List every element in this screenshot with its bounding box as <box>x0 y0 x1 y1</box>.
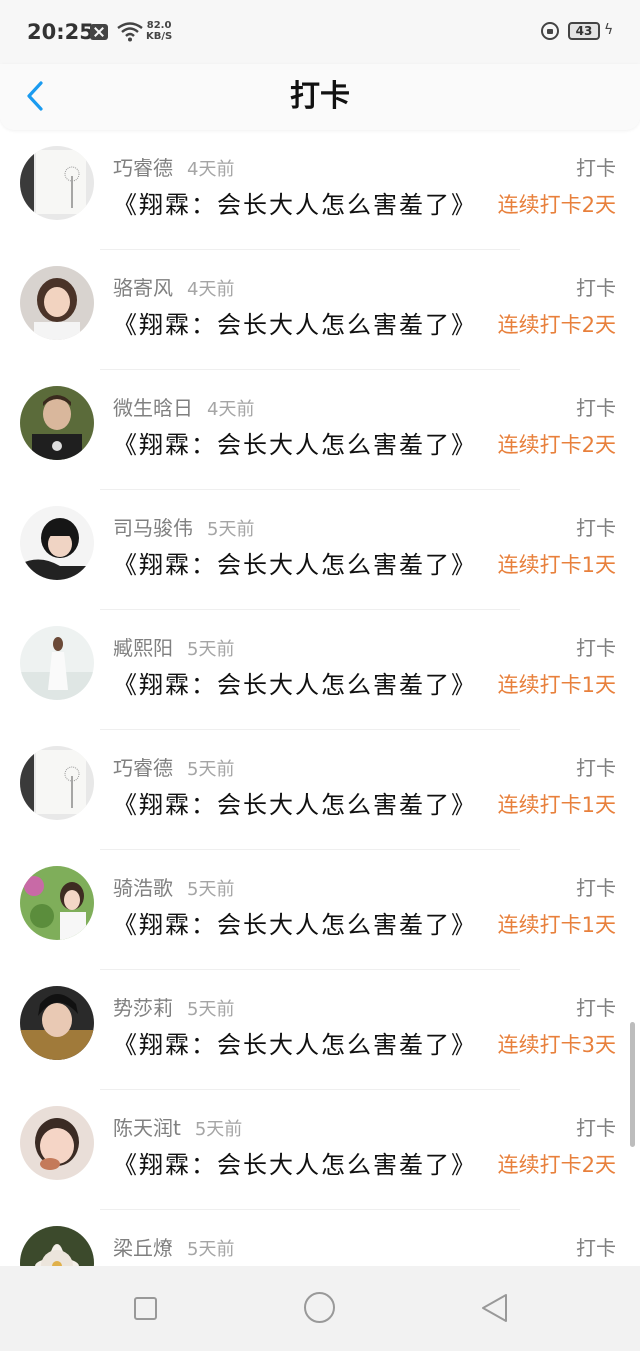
battery-level: 43 <box>568 22 600 40</box>
post-time: 5天前 <box>187 1239 235 1260</box>
network-speed-value: 82.0 <box>146 20 172 31</box>
streak-badge: 连续打卡1天 <box>497 913 616 937</box>
nav-back-icon[interactable] <box>480 1292 510 1324</box>
user-meta: 梁丘燎 5天前 <box>113 1232 234 1261</box>
activity-type: 打卡 <box>576 876 616 900</box>
post-time: 5天前 <box>187 879 235 900</box>
user-name[interactable]: 骑浩歌 <box>113 876 173 900</box>
back-arrow-icon[interactable] <box>24 78 48 114</box>
activity-type: 打卡 <box>576 996 616 1020</box>
streak-badge: 连续打卡2天 <box>497 313 616 337</box>
user-name[interactable]: 势莎莉 <box>113 996 173 1020</box>
activity-type: 打卡 <box>576 1116 616 1140</box>
wifi-icon <box>117 22 143 42</box>
list-item[interactable]: 司马骏伟 5天前 打卡 《翔霖：会长大人怎么害羞了》 连续打卡1天 <box>0 490 640 610</box>
list-item[interactable]: 微生晗日 4天前 打卡 《翔霖：会长大人怎么害羞了》 连续打卡2天 <box>0 370 640 490</box>
list-item[interactable]: 势莎莉 5天前 打卡 《翔霖：会长大人怎么害羞了》 连续打卡3天 <box>0 970 640 1090</box>
user-name[interactable]: 陈天润t <box>113 1116 181 1140</box>
streak-badge: 连续打卡3天 <box>497 1033 616 1057</box>
list-item[interactable]: 陈天润t 5天前 打卡 《翔霖：会长大人怎么害羞了》 连续打卡2天 <box>0 1090 640 1210</box>
recent-apps-icon[interactable] <box>134 1297 157 1320</box>
post-time: 5天前 <box>207 519 255 540</box>
activity-type: 打卡 <box>576 276 616 300</box>
streak-badge: 连续打卡2天 <box>497 1153 616 1177</box>
list-item[interactable]: 巧睿德 5天前 打卡 《翔霖：会长大人怎么害羞了》 连续打卡1天 <box>0 730 640 850</box>
activity-type: 打卡 <box>576 636 616 660</box>
avatar[interactable] <box>20 746 94 820</box>
post-time: 5天前 <box>187 759 235 780</box>
header-bar: 打卡 <box>0 64 640 130</box>
avatar[interactable] <box>20 1106 94 1180</box>
user-meta: 势莎莉 5天前 <box>113 992 234 1021</box>
avatar[interactable] <box>20 866 94 940</box>
user-name[interactable]: 微生晗日 <box>113 396 193 420</box>
home-icon[interactable] <box>304 1292 335 1323</box>
user-meta: 陈天润t 5天前 <box>113 1112 242 1141</box>
list-item[interactable]: 巧睿德 4天前 打卡 《翔霖：会长大人怎么害羞了》 连续打卡2天 <box>0 130 640 250</box>
scrollbar[interactable] <box>630 1022 635 1147</box>
user-meta: 巧睿德 4天前 <box>113 152 234 181</box>
user-name[interactable]: 巧睿德 <box>113 156 173 180</box>
activity-type: 打卡 <box>576 1236 616 1260</box>
avatar[interactable] <box>20 626 94 700</box>
post-time: 5天前 <box>194 1119 243 1140</box>
post-time: 5天前 <box>187 999 235 1020</box>
post-time: 4天前 <box>187 159 235 180</box>
network-speed: 82.0 KB/S <box>146 20 172 42</box>
user-meta: 司马骏伟 5天前 <box>113 512 254 541</box>
charging-icon: ϟ <box>604 22 614 38</box>
book-title[interactable]: 《翔霖：会长大人怎么害羞了》 <box>113 305 493 340</box>
book-title[interactable]: 《翔霖：会长大人怎么害羞了》 <box>113 1025 493 1060</box>
avatar[interactable] <box>20 1226 94 1266</box>
list-item[interactable]: 臧熙阳 5天前 打卡 《翔霖：会长大人怎么害羞了》 连续打卡1天 <box>0 610 640 730</box>
user-meta: 臧熙阳 5天前 <box>113 632 234 661</box>
list-item[interactable]: 梁丘燎 5天前 打卡 <box>0 1210 640 1266</box>
book-title[interactable]: 《翔霖：会长大人怎么害羞了》 <box>113 665 493 700</box>
list-item[interactable]: 骑浩歌 5天前 打卡 《翔霖：会长大人怎么害羞了》 连续打卡1天 <box>0 850 640 970</box>
book-title[interactable]: 《翔霖：会长大人怎么害羞了》 <box>113 545 493 580</box>
page-title: 打卡 <box>290 79 350 114</box>
screen: 20:25 82.0 KB/S 43 ϟ 打卡 巧睿德 4天前 打卡 《翔霖：会… <box>0 0 640 1351</box>
avatar[interactable] <box>20 266 94 340</box>
post-time: 4天前 <box>207 399 255 420</box>
user-meta: 微生晗日 4天前 <box>113 392 254 421</box>
activity-type: 打卡 <box>576 156 616 180</box>
list-item[interactable]: 骆寄风 4天前 打卡 《翔霖：会长大人怎么害羞了》 连续打卡2天 <box>0 250 640 370</box>
checkin-list[interactable]: 巧睿德 4天前 打卡 《翔霖：会长大人怎么害羞了》 连续打卡2天 骆寄风 4天前 打… <box>0 130 640 1266</box>
streak-badge: 连续打卡1天 <box>497 793 616 817</box>
book-title[interactable]: 《翔霖：会长大人怎么害羞了》 <box>113 425 493 460</box>
notification-icon <box>90 24 108 40</box>
book-title[interactable]: 《翔霖：会长大人怎么害羞了》 <box>113 1145 493 1180</box>
network-speed-unit: KB/S <box>146 31 173 42</box>
avatar[interactable] <box>20 146 94 220</box>
user-meta: 骆寄风 4天前 <box>113 272 234 301</box>
post-time: 4天前 <box>187 279 235 300</box>
streak-badge: 连续打卡2天 <box>497 433 616 457</box>
status-time: 20:25 <box>27 20 94 44</box>
avatar[interactable] <box>20 386 94 460</box>
status-bar: 20:25 82.0 KB/S 43 ϟ <box>0 0 640 64</box>
streak-badge: 连续打卡2天 <box>497 193 616 217</box>
book-title[interactable]: 《翔霖：会长大人怎么害羞了》 <box>113 785 493 820</box>
user-name[interactable]: 巧睿德 <box>113 756 173 780</box>
streak-badge: 连续打卡1天 <box>497 553 616 577</box>
user-name[interactable]: 骆寄风 <box>113 276 173 300</box>
post-time: 5天前 <box>187 639 235 660</box>
book-title[interactable]: 《翔霖：会长大人怎么害羞了》 <box>113 185 493 220</box>
user-name[interactable]: 司马骏伟 <box>113 516 193 540</box>
user-name[interactable]: 臧熙阳 <box>113 636 173 660</box>
avatar[interactable] <box>20 506 94 580</box>
system-nav-bar <box>0 1266 640 1351</box>
activity-type: 打卡 <box>576 396 616 420</box>
rotation-lock-icon <box>541 22 559 40</box>
activity-type: 打卡 <box>576 516 616 540</box>
user-meta: 骑浩歌 5天前 <box>113 872 234 901</box>
user-meta: 巧睿德 5天前 <box>113 752 234 781</box>
streak-badge: 连续打卡1天 <box>497 673 616 697</box>
avatar[interactable] <box>20 986 94 1060</box>
book-title[interactable]: 《翔霖：会长大人怎么害羞了》 <box>113 905 493 940</box>
activity-type: 打卡 <box>576 756 616 780</box>
user-name[interactable]: 梁丘燎 <box>113 1236 173 1260</box>
